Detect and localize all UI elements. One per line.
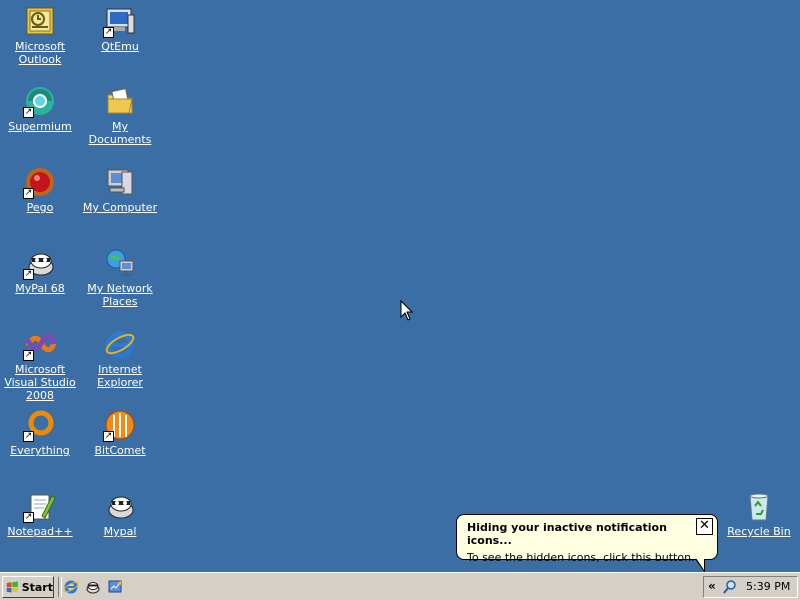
desktop-icon-recycle-bin[interactable]: Recycle Bin <box>719 489 799 538</box>
qtemu-icon: ↗ <box>103 4 137 38</box>
notification-balloon[interactable]: Hiding your inactive notification icons.… <box>456 514 718 564</box>
desktop-icon-label: BitComet <box>94 444 146 457</box>
desktop-icon-label: My Network Places <box>87 282 153 308</box>
desktop-icon-visual-studio-2008[interactable]: ↗ Microsoft Visual Studio 2008 <box>0 327 80 402</box>
balloon-text: To see the hidden icons, click this butt… <box>467 551 695 564</box>
desktop-icon-my-computer[interactable]: My Computer <box>80 165 160 214</box>
pego-icon: ↗ <box>23 165 57 199</box>
desktop-icon-label: Mypal <box>103 525 137 538</box>
desktop-icon-my-documents[interactable]: My Documents <box>80 84 160 146</box>
balloon-title: Hiding your inactive notification icons.… <box>467 521 667 547</box>
system-tray: « 5:39 PM <box>703 576 798 598</box>
desktop-icon-label: Microsoft Outlook <box>14 40 66 66</box>
desktop-icon-notepadpp[interactable]: ↗ Notepad++ <box>0 489 80 538</box>
quicklaunch-internet-explorer-icon[interactable] <box>63 579 79 595</box>
shortcut-arrow-icon: ↗ <box>23 350 34 361</box>
notepadpp-icon: ↗ <box>23 489 57 523</box>
start-button[interactable]: Start <box>2 576 54 598</box>
quicklaunch-show-desktop-icon[interactable] <box>107 579 123 595</box>
desktop-icon-label: My Computer <box>82 201 158 214</box>
search-icon[interactable] <box>722 579 738 595</box>
mypal-icon <box>103 489 137 523</box>
quicklaunch-separator <box>58 577 62 597</box>
start-label: Start <box>21 580 53 594</box>
shortcut-arrow-icon: ↗ <box>103 27 114 38</box>
desktop-icon-label: Pego <box>26 201 54 214</box>
desktop-icon-supermium[interactable]: ↗ Supermium <box>0 84 80 133</box>
desktop-icon-qtemu[interactable]: ↗ QtEmu <box>80 4 160 53</box>
mouse-cursor-icon <box>400 299 414 324</box>
desktop-icon-microsoft-outlook[interactable]: Microsoft Outlook <box>0 4 80 66</box>
desktop-icon-bitcomet[interactable]: ↗ BitComet <box>80 408 160 457</box>
my-documents-icon <box>103 84 137 118</box>
clock[interactable]: 5:39 PM <box>746 580 790 593</box>
recycle-bin-icon <box>742 489 776 523</box>
mypal-icon: ↗ <box>23 246 57 280</box>
desktop-icon-pego[interactable]: ↗ Pego <box>0 165 80 214</box>
everything-icon: ↗ <box>23 408 57 442</box>
internet-explorer-icon <box>103 327 137 361</box>
desktop-icon-label: Supermium <box>8 120 72 133</box>
network-places-icon <box>103 246 137 280</box>
desktop-icon-label: MyPal 68 <box>15 282 65 295</box>
desktop-icon-label: My Documents <box>88 120 152 146</box>
shortcut-arrow-icon: ↗ <box>23 107 34 118</box>
desktop[interactable]: Microsoft Outlook ↗ Supermium ↗ Pego ↗ M… <box>0 0 800 572</box>
desktop-icon-label: Recycle Bin <box>727 525 791 538</box>
outlook-icon <box>23 4 57 38</box>
tray-expand-button[interactable]: « <box>708 579 716 593</box>
bitcomet-icon: ↗ <box>103 408 137 442</box>
shortcut-arrow-icon: ↗ <box>103 431 114 442</box>
shortcut-arrow-icon: ↗ <box>23 512 34 523</box>
desktop-icon-my-network-places[interactable]: My Network Places <box>80 246 160 308</box>
balloon-close-button[interactable]: ✕ <box>696 518 713 535</box>
my-computer-icon <box>103 165 137 199</box>
balloon-tail-inner <box>696 558 704 570</box>
quicklaunch-mypal-icon[interactable] <box>85 579 101 595</box>
shortcut-arrow-icon: ↗ <box>23 269 34 280</box>
desktop-icon-everything[interactable]: ↗ Everything <box>0 408 80 457</box>
desktop-icon-label: QtEmu <box>101 40 139 53</box>
visual-studio-icon: ↗ <box>23 327 57 361</box>
shortcut-arrow-icon: ↗ <box>23 431 34 442</box>
desktop-icon-label: Everything <box>10 444 70 457</box>
desktop-icon-internet-explorer[interactable]: Internet Explorer <box>80 327 160 389</box>
desktop-icon-mypal-68[interactable]: ↗ MyPal 68 <box>0 246 80 295</box>
windows-logo-icon <box>6 581 18 593</box>
desktop-icon-label: Microsoft Visual Studio 2008 <box>4 363 76 402</box>
supermium-icon: ↗ <box>23 84 57 118</box>
desktop-icon-label: Notepad++ <box>7 525 73 538</box>
desktop-icon-label: Internet Explorer <box>97 363 143 389</box>
taskbar: Start « 5:39 PM <box>0 572 800 600</box>
desktop-icon-mypal[interactable]: Mypal <box>80 489 160 538</box>
shortcut-arrow-icon: ↗ <box>23 188 34 199</box>
